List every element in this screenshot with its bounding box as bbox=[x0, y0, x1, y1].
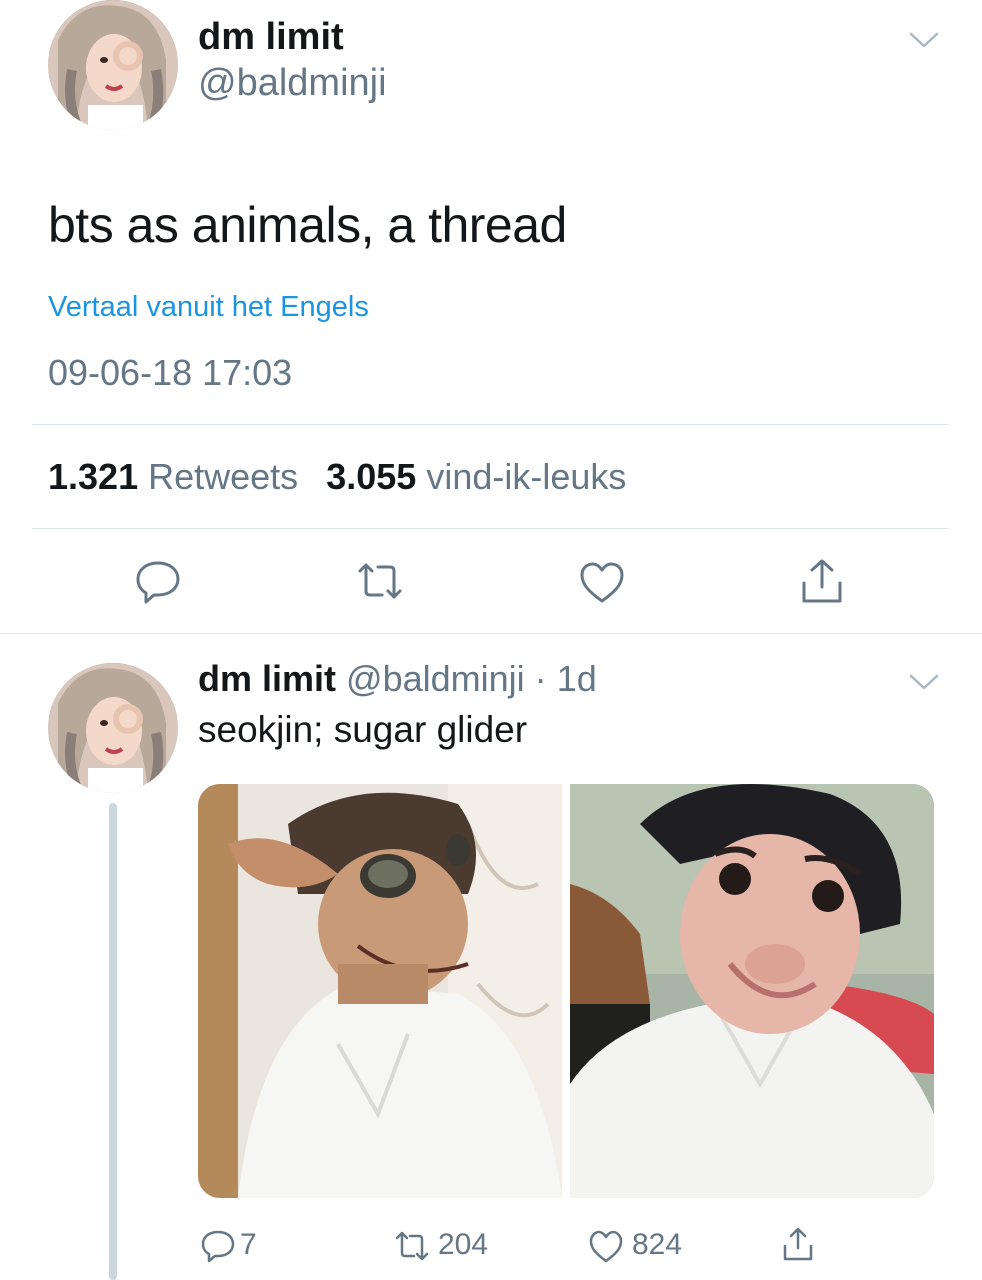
chevron-down-icon[interactable] bbox=[908, 30, 940, 50]
like-count[interactable]: 3.055 bbox=[326, 456, 416, 497]
divider bbox=[32, 528, 949, 529]
tweet-age[interactable]: 1d bbox=[557, 658, 597, 699]
like-count[interactable]: 824 bbox=[632, 1228, 682, 1262]
separator: · bbox=[534, 658, 547, 699]
retweet-count[interactable]: 204 bbox=[438, 1228, 488, 1262]
reply-text: seokjin; sugar glider bbox=[198, 709, 528, 750]
reply-header: dm limit @baldminji · 1d bbox=[198, 658, 597, 700]
retweet-icon[interactable] bbox=[356, 557, 404, 605]
thread-line bbox=[109, 803, 117, 1280]
tweet-stats: 1.321 Retweets 3.055 vind-ik-leuks bbox=[48, 456, 626, 498]
tweet-text: bts as animals, a thread bbox=[48, 197, 567, 253]
avatar[interactable] bbox=[48, 663, 178, 793]
avatar[interactable] bbox=[48, 0, 178, 130]
retweet-count[interactable]: 1.321 bbox=[48, 456, 138, 497]
like-icon[interactable] bbox=[588, 1229, 624, 1265]
chevron-down-icon[interactable] bbox=[908, 672, 940, 692]
like-label[interactable]: vind-ik-leuks bbox=[426, 456, 626, 497]
media-grid[interactable] bbox=[198, 784, 934, 1198]
display-name[interactable]: dm limit bbox=[198, 658, 336, 699]
share-icon[interactable] bbox=[798, 557, 846, 605]
tweet-timestamp[interactable]: 09-06-18 17:03 bbox=[48, 352, 292, 394]
reply-icon[interactable] bbox=[134, 557, 182, 605]
divider bbox=[32, 424, 949, 425]
photo-right[interactable] bbox=[570, 784, 934, 1198]
reply-icon[interactable] bbox=[200, 1228, 236, 1264]
retweet-label[interactable]: Retweets bbox=[148, 456, 298, 497]
display-name[interactable]: dm limit bbox=[198, 16, 344, 59]
photo-left[interactable] bbox=[198, 784, 562, 1198]
retweet-icon[interactable] bbox=[394, 1228, 430, 1264]
divider bbox=[0, 633, 982, 634]
user-handle[interactable]: @baldminji bbox=[198, 62, 387, 105]
translate-link[interactable]: Vertaal vanuit het Engels bbox=[48, 291, 369, 324]
user-handle[interactable]: @baldminji bbox=[346, 658, 525, 699]
share-icon[interactable] bbox=[780, 1226, 816, 1262]
like-icon[interactable] bbox=[578, 559, 626, 607]
reply-count[interactable]: 7 bbox=[240, 1228, 257, 1262]
